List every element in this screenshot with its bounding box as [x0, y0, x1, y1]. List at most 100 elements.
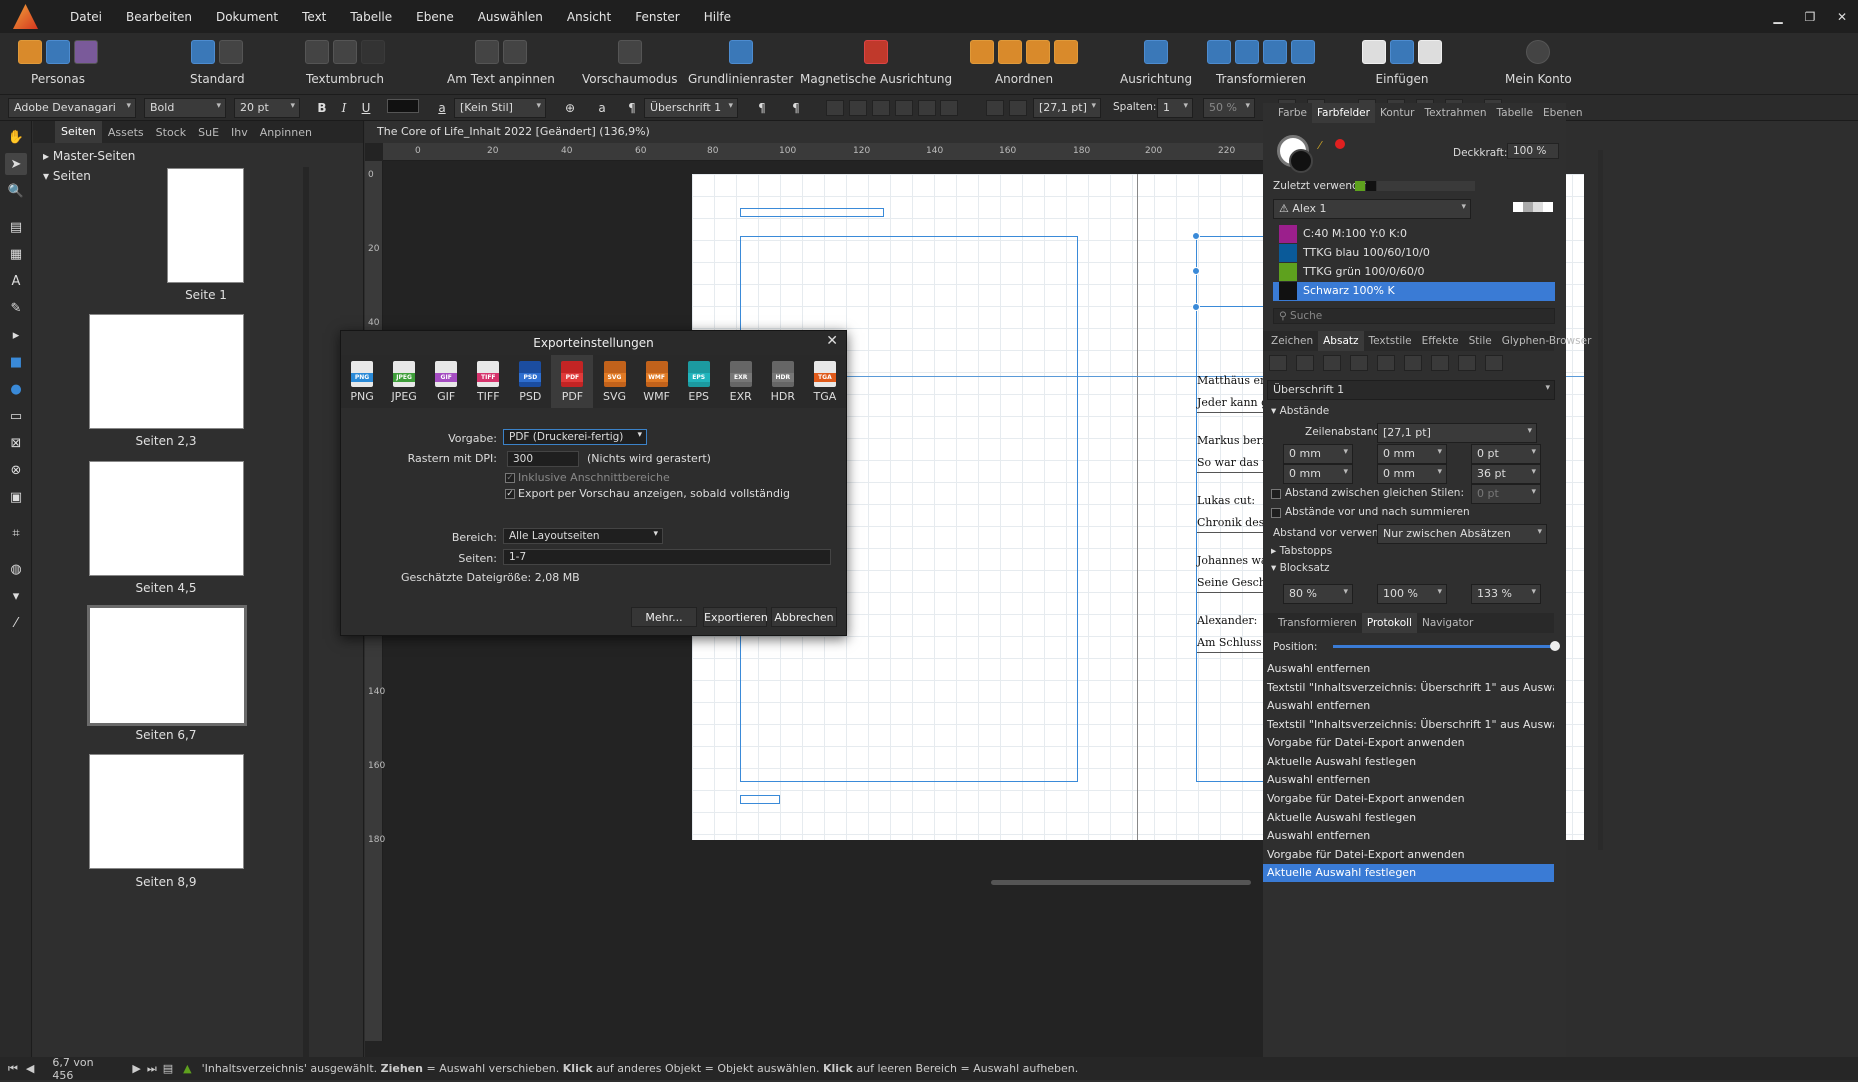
history-item[interactable]: Textstil "Inhaltsverzeichnis: Überschrif… [1263, 679, 1554, 697]
letter-spacing-input[interactable]: 100 % [1377, 584, 1447, 604]
cancel-button[interactable]: Abbrechen [771, 607, 837, 627]
wrap-off-icon[interactable] [361, 40, 385, 64]
arrange-backward-icon[interactable] [998, 40, 1022, 64]
tab-transformieren[interactable]: Transformieren [1273, 617, 1362, 629]
swatch-row[interactable]: C:40 M:100 Y:0 K:0 [1273, 225, 1555, 244]
wrap-icon[interactable] [305, 40, 329, 64]
prev-page-icon[interactable]: ◀ [26, 1062, 34, 1075]
fill-tool-icon[interactable]: ▾ [5, 585, 27, 607]
stroke-color-well[interactable] [1289, 149, 1313, 173]
insert-pie-icon[interactable] [1418, 40, 1442, 64]
insert-shape-icon[interactable] [1362, 40, 1386, 64]
page-thumb-2-3[interactable] [89, 314, 244, 429]
vertical-align-button[interactable] [940, 100, 958, 116]
wrap-settings-icon[interactable] [333, 40, 357, 64]
next-page-icon[interactable]: ▶ [132, 1062, 140, 1075]
place-image-tool-icon[interactable]: ▣ [5, 486, 27, 508]
history-item[interactable]: Auswahl entfernen [1263, 697, 1554, 715]
align-left-button[interactable] [826, 100, 844, 116]
opacity-input[interactable]: 100 % [1507, 143, 1559, 159]
pages-input[interactable]: 1-7 [503, 549, 831, 565]
columns-input[interactable]: 1 [1157, 98, 1193, 118]
shape-tool-icon[interactable]: ▭ [5, 405, 27, 427]
tab-seiten[interactable]: Seiten [55, 121, 102, 143]
tab-farbe[interactable]: Farbe [1273, 107, 1312, 119]
space-before-use-dropdown[interactable]: Nur zwischen Absätzen [1377, 524, 1547, 544]
swatch-search-input[interactable]: ⚲ Suche [1273, 308, 1555, 324]
format-exr[interactable]: EXR EXR [720, 355, 762, 408]
vertical-scrollbar[interactable] [1598, 150, 1603, 850]
format-hdr[interactable]: HDR HDR [762, 355, 804, 408]
swatch-row[interactable]: TTKG grün 100/0/60/0 [1273, 263, 1555, 282]
font-family-select[interactable]: Adobe Devanagari [8, 98, 136, 118]
para-align-center[interactable] [1296, 355, 1314, 371]
menu-ebene[interactable]: Ebene [404, 10, 466, 24]
dpi-select[interactable]: 300 [507, 451, 579, 467]
page-thumb-6-7[interactable] [87, 605, 247, 726]
last-page-icon[interactable]: ⏭ [147, 1062, 157, 1076]
tab-absatz[interactable]: Absatz [1318, 331, 1364, 351]
palette-select[interactable]: ⚠ Alex 1 [1273, 199, 1471, 219]
tab-navigator[interactable]: Navigator [1417, 617, 1478, 629]
footer-frame-left[interactable] [740, 795, 780, 804]
pen-tool-icon[interactable]: ✎ [5, 297, 27, 319]
master-pages-row[interactable]: ▸ Master-Seiten [33, 146, 363, 166]
para-justify-all[interactable] [1431, 355, 1449, 371]
para-align-right[interactable] [1323, 355, 1341, 371]
picture-frame-tool-icon[interactable]: ⊠ [5, 432, 27, 454]
node-tool-icon[interactable]: ▸ [5, 324, 27, 346]
hand-tool-icon[interactable]: ✋ [5, 126, 27, 148]
para-align-left[interactable] [1269, 355, 1287, 371]
menu-datei[interactable]: Datei [58, 10, 114, 24]
rotate-right-icon[interactable] [1291, 40, 1315, 64]
history-item[interactable]: Vorgabe für Datei-Export anwenden [1263, 734, 1554, 752]
color-picker-tool-icon[interactable]: ◍ [5, 558, 27, 580]
arrange-front-icon[interactable] [1054, 40, 1078, 64]
tab-textrahmen[interactable]: Textrahmen [1420, 107, 1492, 119]
upload-icon[interactable] [191, 40, 216, 64]
history-item[interactable]: Auswahl entfernen [1263, 660, 1554, 678]
between-styles-input[interactable]: 0 pt [1471, 484, 1541, 504]
glyph-scaling-input[interactable]: 133 % [1471, 584, 1541, 604]
page-thumb-4-5[interactable] [89, 461, 244, 576]
tab-stock[interactable]: Stock [150, 126, 192, 139]
font-size-select[interactable]: 20 pt [234, 98, 300, 118]
page-indicator[interactable]: 6,7 von 456 [52, 1056, 116, 1082]
sum-spacing-checkbox[interactable] [1271, 508, 1281, 518]
baseline-grid-icon[interactable] [728, 40, 753, 64]
tab-protokoll[interactable]: Protokoll [1361, 613, 1417, 633]
history-slider-thumb[interactable] [1550, 641, 1560, 651]
eyedropper-icon[interactable]: ⁄ [1319, 139, 1333, 152]
para-style-dropdown[interactable]: Überschrift 1 [1267, 380, 1555, 400]
text-color-swatch[interactable] [387, 99, 419, 113]
last-line-input[interactable]: 0 mm [1377, 464, 1447, 484]
space-after-input[interactable]: 36 pt [1471, 464, 1541, 484]
tab-farbfelder[interactable]: Farbfelder [1311, 103, 1375, 123]
word-spacing-input[interactable]: 80 % [1283, 584, 1353, 604]
bullet-list-button[interactable] [986, 100, 1004, 116]
para-justify-center[interactable] [1377, 355, 1395, 371]
para-align-spine[interactable] [1458, 355, 1476, 371]
preview-checkbox[interactable]: ✓ [505, 489, 515, 499]
para-style-select[interactable]: Überschrift 1 [644, 98, 738, 118]
pin-icon[interactable] [474, 40, 499, 64]
align-icon[interactable] [1144, 40, 1169, 64]
format-svg[interactable]: SVG SVG [593, 355, 635, 408]
para-justify-right[interactable] [1404, 355, 1422, 371]
pages-scrollbar[interactable] [303, 167, 309, 1057]
menu-fenster[interactable]: Fenster [623, 10, 692, 24]
arrange-forward-icon[interactable] [1026, 40, 1050, 64]
tab-kontur[interactable]: Kontur [1375, 107, 1420, 119]
minimize-button[interactable]: ▁ [1762, 10, 1794, 24]
more-button[interactable]: Mehr... [631, 607, 697, 627]
history-item[interactable]: Auswahl entfernen [1263, 771, 1554, 789]
history-item[interactable]: Textstil "Inhaltsverzeichnis: Überschrif… [1263, 716, 1554, 734]
bleed-checkbox[interactable]: ✓ [505, 473, 515, 483]
format-wmf[interactable]: WMF WMF [636, 355, 678, 408]
preflight-icon[interactable]: ▲ [183, 1062, 191, 1075]
menu-ansicht[interactable]: Ansicht [555, 10, 623, 24]
toc-entry-title[interactable]: Lukas cut: [1197, 494, 1255, 507]
menu-hilfe[interactable]: Hilfe [692, 10, 743, 24]
tabstops-header[interactable]: ▸ Tabstopps [1271, 545, 1332, 557]
history-item[interactable]: Aktuelle Auswahl festlegen [1263, 753, 1554, 771]
